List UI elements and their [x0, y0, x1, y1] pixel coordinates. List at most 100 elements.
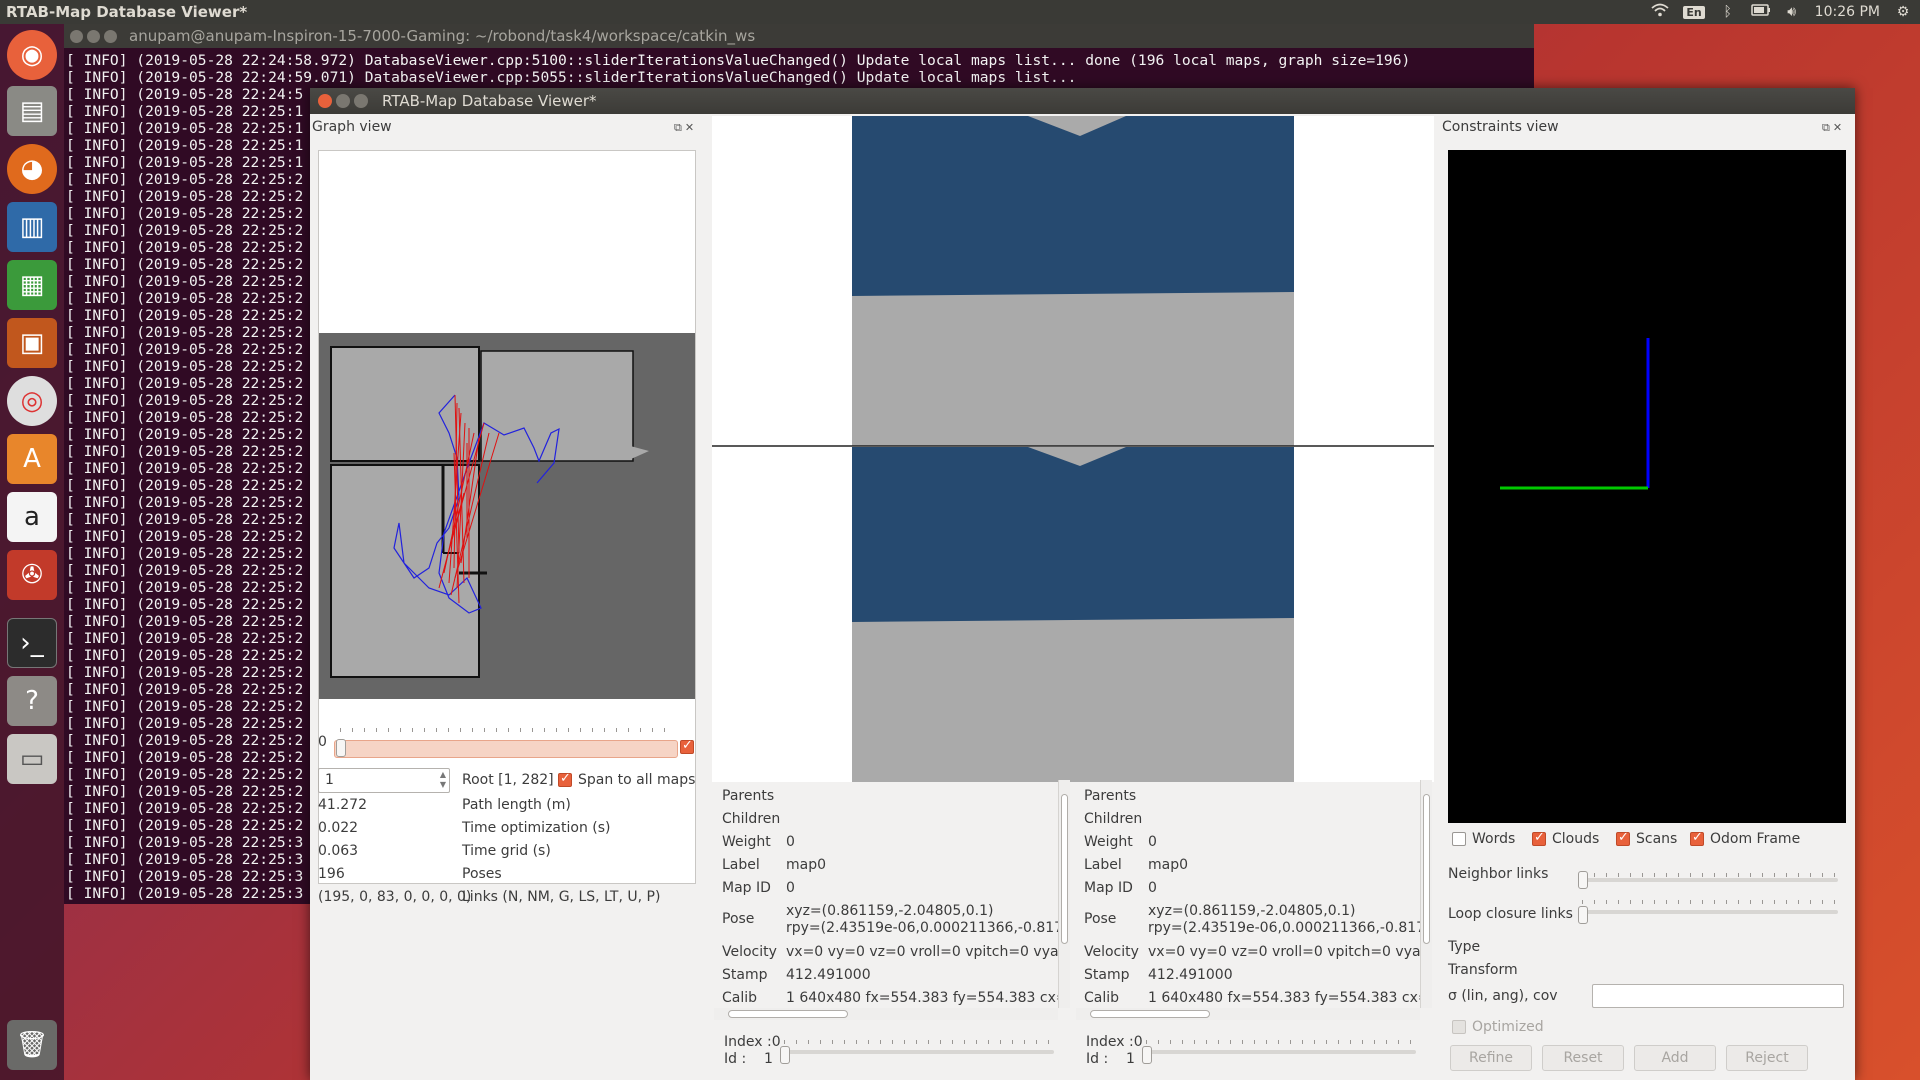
sigma-cov-field[interactable]	[1592, 984, 1844, 1008]
graph-slider-checkbox[interactable]	[680, 738, 694, 754]
stat-label: Path length (m)	[462, 797, 571, 813]
words-checkbox-box[interactable]	[1452, 832, 1466, 846]
odom-frame-checkbox[interactable]: Odom Frame	[1690, 830, 1800, 847]
occupancy-grid-map	[319, 333, 695, 699]
constraints-dock-buttons[interactable]: ⧉✕	[1822, 121, 1845, 135]
firefox-icon[interactable]: ◕	[7, 144, 57, 194]
graph-slider-handle[interactable]	[336, 739, 346, 757]
terminal-line: [ INFO] (2019-05-28 22:24:59.071) Databa…	[66, 69, 1077, 86]
drive-icon[interactable]: ▭	[7, 734, 57, 784]
battery-icon[interactable]	[1750, 4, 1770, 20]
info-right-vscroll[interactable]	[1420, 780, 1432, 1008]
trash-icon[interactable]: 🗑︎	[7, 1020, 57, 1070]
field-label: Parents	[1084, 788, 1137, 804]
system-settings-icon[interactable]: ✇	[7, 550, 57, 600]
type-label: Type	[1448, 939, 1481, 955]
root-spinbox[interactable]: 1 ▲ ▼	[318, 768, 450, 793]
loop-closure-links-label: Loop closure links	[1448, 906, 1573, 922]
id-label: Id : 1	[1086, 1051, 1135, 1067]
weight-value: 0	[1148, 834, 1157, 850]
optimized-checkbox[interactable]: Optimized	[1452, 1019, 1544, 1035]
sigma-cov-label: σ (lin, ang), cov	[1448, 988, 1558, 1004]
stat-value: 0.022	[318, 820, 359, 836]
spinbox-arrows-icon[interactable]: ▲ ▼	[440, 770, 446, 790]
graph-view-dock-buttons[interactable]: ⧉✕	[674, 121, 697, 135]
clock[interactable]: 10:26 PM	[1815, 4, 1880, 20]
info-right-hscroll[interactable]	[1076, 1008, 1420, 1020]
calc-icon[interactable]: ▦	[7, 260, 57, 310]
close-icon[interactable]	[70, 29, 83, 43]
index-label: Index :0	[1086, 1034, 1143, 1050]
refine-button[interactable]: Refine	[1450, 1045, 1532, 1071]
root-label: Root [1, 282]	[462, 772, 554, 788]
index-slider-left[interactable]	[784, 1050, 1054, 1054]
minimize-icon[interactable]	[87, 29, 100, 43]
slider-ticks	[1146, 1040, 1416, 1044]
amazon-icon[interactable]: a	[7, 492, 57, 542]
close-icon[interactable]	[318, 94, 332, 108]
neighbor-links-slider[interactable]	[1582, 878, 1838, 882]
neighbor-links-slider-handle[interactable]	[1578, 871, 1588, 889]
indicator-area: En ᛒ 🔊︎ 10:26 PM ⚙	[1651, 3, 1920, 21]
gear-icon[interactable]: ⚙	[1894, 4, 1912, 20]
wifi-icon[interactable]	[1651, 3, 1669, 21]
field-label: Stamp	[1084, 967, 1130, 983]
volume-icon[interactable]: 🔊︎	[1783, 4, 1801, 20]
reject-button[interactable]: Reject	[1726, 1045, 1808, 1071]
image-views[interactable]	[712, 116, 1434, 782]
loop-closure-slider[interactable]	[1582, 910, 1838, 914]
index-slider-right-handle[interactable]	[1142, 1046, 1152, 1064]
words-checkbox[interactable]: Words	[1452, 831, 1515, 847]
bluetooth-icon[interactable]: ᛒ	[1719, 4, 1737, 20]
span-all-maps-checkbox[interactable]: Span to all maps	[558, 771, 696, 788]
field-label: Children	[1084, 811, 1143, 827]
scans-checkbox-box[interactable]	[1616, 830, 1630, 846]
field-label: Parents	[722, 788, 775, 804]
stat-value: 196	[318, 866, 345, 882]
info-left-vscroll[interactable]	[1058, 780, 1070, 1008]
files-icon[interactable]: ▤	[7, 86, 57, 136]
graph-iterations-slider[interactable]	[334, 740, 678, 758]
stat-value: 0.063	[318, 843, 359, 859]
index-slider-right[interactable]	[1146, 1050, 1416, 1054]
clouds-checkbox-box[interactable]	[1532, 830, 1546, 846]
writer-icon[interactable]: ▥	[7, 202, 57, 252]
neighbor-links-label: Neighbor links	[1448, 866, 1549, 882]
span-checkbox-box[interactable]	[558, 771, 572, 787]
keyboard-language-indicator[interactable]: En	[1683, 5, 1705, 19]
ubuntu-dash-icon[interactable]: ◉	[7, 30, 57, 80]
clouds-checkbox[interactable]: Clouds	[1532, 830, 1599, 847]
minimize-icon[interactable]	[336, 94, 350, 108]
maximize-icon[interactable]	[354, 94, 368, 108]
constraints-3d-view[interactable]	[1448, 150, 1846, 823]
root-spinbox-value: 1	[325, 772, 334, 788]
terminal-icon[interactable]: ›_	[7, 618, 57, 668]
pose-rpy-value: rpy=(2.43519e-06,0.000211366,-0.81763	[1148, 920, 1420, 936]
map-id-value: 0	[1148, 880, 1157, 896]
terminal-titlebar: anupam@anupam-Inspiron-15-7000-Gaming: ~…	[64, 24, 1534, 48]
field-label: Calib	[1084, 990, 1120, 1006]
label-value: map0	[1148, 857, 1189, 873]
index-label: Index :0	[724, 1034, 781, 1050]
index-slider-left-handle[interactable]	[780, 1046, 790, 1064]
field-label: Calib	[722, 990, 758, 1006]
software-center-icon[interactable]: A	[7, 434, 57, 484]
scans-checkbox[interactable]: Scans	[1616, 830, 1677, 847]
reset-button[interactable]: Reset	[1542, 1045, 1624, 1071]
stat-value: (195, 0, 83, 0, 0, 0, 0)	[318, 889, 472, 905]
weight-value: 0	[786, 834, 795, 850]
stat-label: Time optimization (s)	[462, 820, 611, 836]
field-label: Stamp	[722, 967, 768, 983]
help-icon[interactable]: ?	[7, 676, 57, 726]
impress-icon[interactable]: ▣	[7, 318, 57, 368]
odom-checkbox-box[interactable]	[1690, 830, 1704, 846]
maximize-icon[interactable]	[104, 29, 117, 43]
loop-closure-slider-handle[interactable]	[1578, 906, 1588, 924]
field-label: Label	[722, 857, 760, 873]
chrome-icon[interactable]: ◎	[7, 376, 57, 426]
span-label: Span to all maps	[578, 772, 696, 788]
optimized-checkbox-box[interactable]	[1452, 1020, 1466, 1034]
add-button[interactable]: Add	[1634, 1045, 1716, 1071]
pose-xyz-value: xyz=(0.861159,-2.04805,0.1)	[786, 903, 994, 919]
info-left-hscroll[interactable]	[714, 1008, 1058, 1020]
